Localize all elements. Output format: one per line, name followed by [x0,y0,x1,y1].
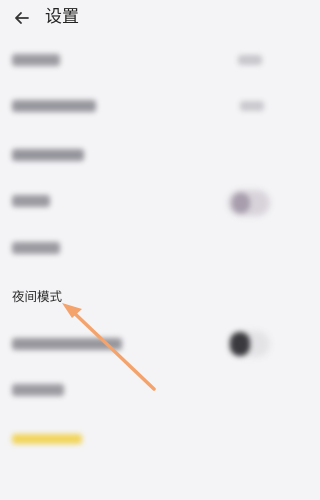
settings-row-1[interactable] [0,38,285,86]
night-mode-label: 夜间模式 [12,289,63,304]
settings-row-2[interactable] [0,86,285,134]
blurred-label [12,149,84,161]
blurred-label [12,195,50,207]
settings-row-8[interactable] [0,368,285,416]
arrow-left-icon[interactable] [12,8,32,28]
settings-row-7[interactable] [0,322,285,370]
blurred-value [240,101,264,111]
settings-row-3[interactable] [0,134,285,182]
blurred-value [238,55,262,65]
blurred-toggle-knob [232,193,250,213]
top-bar: 设置 [0,0,285,36]
blurred-label [12,384,64,396]
blurred-label [12,338,122,350]
settings-row-5[interactable] [0,226,285,274]
blurred-label [12,54,60,66]
blurred-toggle-knob [230,332,250,356]
settings-row-4[interactable] [0,180,285,228]
page-title: 设置 [45,7,79,27]
blurred-label [12,242,60,254]
settings-row-9[interactable] [0,418,285,466]
blurred-label [12,100,96,112]
blurred-label [12,434,82,444]
